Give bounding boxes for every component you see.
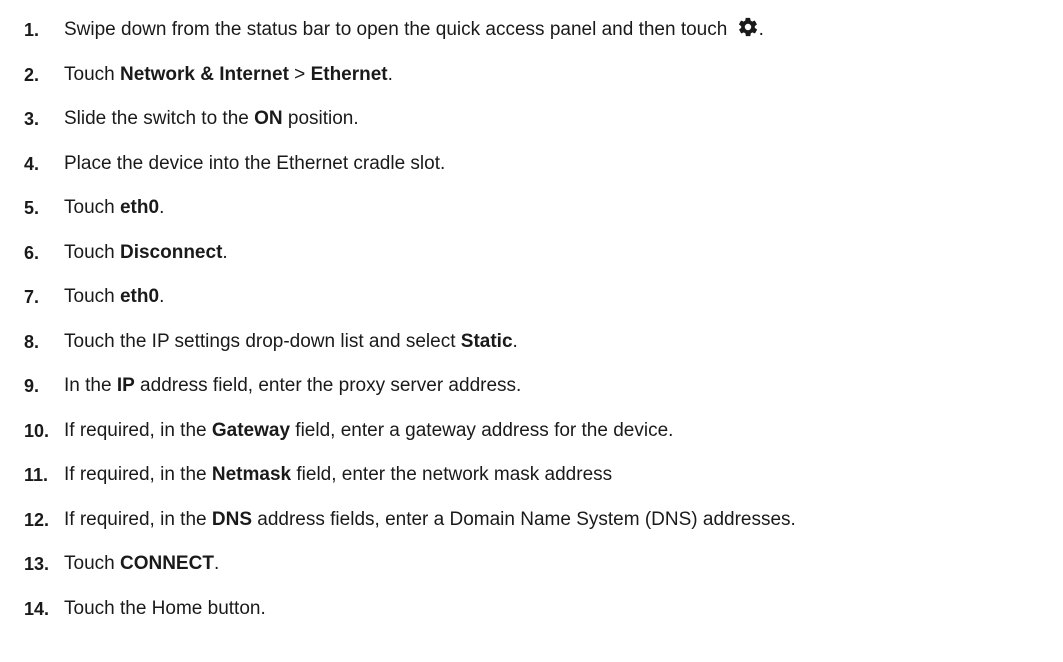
ui-term-gateway: Gateway: [211, 419, 291, 441]
step-text-part: >: [288, 63, 311, 85]
step-number: 11.: [24, 465, 49, 485]
step-12: 12. If required, in the DNS address fiel…: [24, 498, 1054, 543]
gear-icon: [738, 17, 757, 37]
step-text: Touch the Home button.: [64, 587, 266, 632]
step-text: If required, in the Gateway field, enter…: [64, 409, 673, 454]
step-number: 1.: [24, 20, 40, 40]
step-3: 3. Slide the switch to the ON position.: [24, 97, 1054, 142]
step-number: 7.: [24, 287, 40, 307]
step-number: 12.: [24, 509, 50, 530]
step-text-part: Touch: [64, 63, 120, 85]
step-text: Touch the IP settings drop-down list and…: [64, 320, 518, 365]
step-text-part: Place the device into the Ethernet cradl…: [64, 152, 446, 174]
ui-term-ip: IP: [116, 375, 135, 396]
step-number: 8.: [24, 331, 40, 352]
step-text: Swipe down from the status bar to open t…: [64, 8, 764, 53]
step-9: 9. In the IP address field, enter the pr…: [24, 364, 1054, 409]
ui-term-dns: DNS: [211, 508, 252, 530]
step-text-part: If required, in the: [64, 508, 212, 530]
step-text-part: Slide the switch to the: [64, 108, 255, 129]
step-text-part: .: [758, 19, 764, 40]
step-number: 9.: [24, 376, 40, 396]
step-6: 6. Touch Disconnect.: [24, 231, 1054, 276]
step-text-part: address field, enter the proxy server ad…: [134, 375, 522, 396]
step-text: Touch CONNECT.: [64, 542, 219, 587]
step-text-part: Swipe down from the status bar to open t…: [64, 19, 733, 40]
step-5: 5. Touch eth0.: [24, 186, 1054, 231]
ui-term-static: Static: [460, 330, 513, 352]
step-13: 13. Touch CONNECT.: [24, 542, 1054, 587]
step-text-part: Touch: [64, 553, 120, 574]
step-number: 13.: [24, 554, 50, 574]
step-number: 5.: [24, 198, 40, 218]
step-text-part: Touch: [64, 241, 120, 263]
step-text: If required, in the DNS address fields, …: [64, 498, 796, 543]
ui-term-eth0: eth0: [119, 197, 160, 218]
step-text-part: position.: [282, 108, 359, 129]
step-number: 6.: [24, 242, 40, 263]
step-10: 10. If required, in the Gateway field, e…: [24, 409, 1054, 454]
step-4: 4. Place the device into the Ethernet cr…: [24, 142, 1054, 187]
step-2: 2. Touch Network & Internet > Ethernet.: [24, 53, 1054, 98]
step-text: Touch eth0.: [64, 275, 164, 320]
step-text-part: .: [213, 553, 220, 574]
step-text: If required, in the Netmask field, enter…: [64, 453, 612, 498]
step-text: In the IP address field, enter the proxy…: [64, 364, 521, 409]
ui-term-disconnect: Disconnect: [119, 241, 223, 263]
ui-term-netmask: Netmask: [211, 464, 292, 485]
step-text-part: .: [222, 241, 228, 263]
step-11: 11. If required, in the Netmask field, e…: [24, 453, 1054, 498]
step-text-part: Touch the Home button.: [64, 597, 266, 619]
step-text-part: .: [159, 286, 165, 307]
step-text-part: Touch: [64, 286, 120, 307]
step-text: Touch Disconnect.: [64, 231, 228, 276]
ui-term-ethernet: Ethernet: [310, 63, 388, 85]
step-text-part: address fields, enter a Domain Name Syst…: [252, 508, 796, 530]
step-text-part: .: [512, 330, 518, 352]
step-number: 3.: [24, 109, 40, 129]
step-number: 4.: [24, 153, 40, 174]
ui-term-on: ON: [254, 108, 283, 129]
step-8: 8. Touch the IP settings drop-down list …: [24, 320, 1054, 365]
step-number: 2.: [24, 64, 40, 85]
step-text-part: field, enter the network mask address: [291, 464, 613, 485]
step-1: 1. Swipe down from the status bar to ope…: [24, 8, 1054, 53]
step-number: 14.: [24, 598, 50, 619]
step-text: Touch Network & Internet > Ethernet.: [64, 53, 393, 98]
step-text-part: If required, in the: [64, 419, 212, 441]
step-14: 14. Touch the Home button.: [24, 587, 1054, 632]
step-text-part: .: [387, 63, 393, 85]
step-text: Place the device into the Ethernet cradl…: [64, 142, 445, 187]
ui-term-eth0: eth0: [119, 286, 160, 307]
step-text-part: Touch: [64, 197, 120, 218]
ui-term-connect: CONNECT: [119, 553, 214, 574]
ui-term-network-internet: Network & Internet: [119, 63, 289, 85]
step-text-part: In the: [64, 375, 117, 396]
step-text: Slide the switch to the ON position.: [64, 97, 359, 142]
procedure-steps: 1. Swipe down from the status bar to ope…: [24, 8, 1054, 631]
step-text-part: field, enter a gateway address for the d…: [290, 419, 674, 441]
step-text-part: .: [159, 197, 165, 218]
step-7: 7. Touch eth0.: [24, 275, 1054, 320]
step-number: 10.: [24, 420, 50, 441]
step-text: Touch eth0.: [64, 186, 164, 231]
step-text-part: Touch the IP settings drop-down list and…: [64, 330, 461, 352]
step-text-part: If required, in the: [64, 464, 212, 485]
